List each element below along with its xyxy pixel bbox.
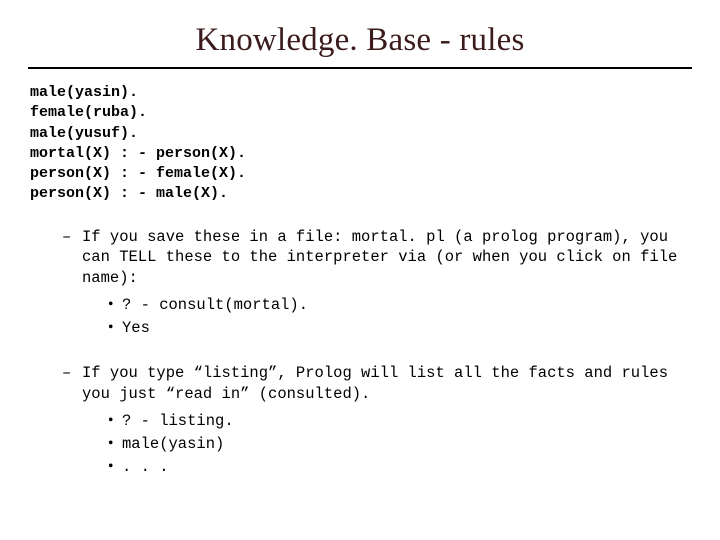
bullet-icon: •	[108, 411, 122, 432]
sub-list-item: • ? - consult(mortal).	[108, 295, 692, 316]
slide: Knowledge. Base - rules male(yasin). fem…	[0, 0, 720, 540]
title-underline	[28, 67, 692, 69]
sub-list-item: • male(yasin)	[108, 434, 692, 455]
sub-list-text: ? - consult(mortal).	[122, 295, 692, 316]
bullet-icon: •	[108, 318, 122, 339]
bullet-icon: •	[108, 434, 122, 455]
body-text: – If you save these in a file: mortal. p…	[28, 227, 692, 480]
list-item-text: If you type “listing”, Prolog will list …	[82, 363, 692, 480]
sub-list-item: • Yes	[108, 318, 692, 339]
dash-icon: –	[62, 363, 82, 480]
page-title: Knowledge. Base - rules	[28, 22, 692, 59]
sub-list-item: • . . .	[108, 457, 692, 478]
paragraph: If you type “listing”, Prolog will list …	[82, 364, 668, 403]
sub-list-text: ? - listing.	[122, 411, 692, 432]
paragraph: If you save these in a file: mortal. pl …	[82, 228, 677, 288]
sub-list-text: Yes	[122, 318, 692, 339]
bullet-icon: •	[108, 295, 122, 316]
sub-list-item: • ? - listing.	[108, 411, 692, 432]
bullet-icon: •	[108, 457, 122, 478]
list-item: – If you save these in a file: mortal. p…	[62, 227, 692, 342]
sub-list-text: . . .	[122, 457, 692, 478]
sub-list-text: male(yasin)	[122, 434, 692, 455]
dash-icon: –	[62, 227, 82, 342]
list-item-text: If you save these in a file: mortal. pl …	[82, 227, 692, 342]
list-item: – If you type “listing”, Prolog will lis…	[62, 363, 692, 480]
code-block: male(yasin). female(ruba). male(yusuf). …	[30, 83, 692, 205]
